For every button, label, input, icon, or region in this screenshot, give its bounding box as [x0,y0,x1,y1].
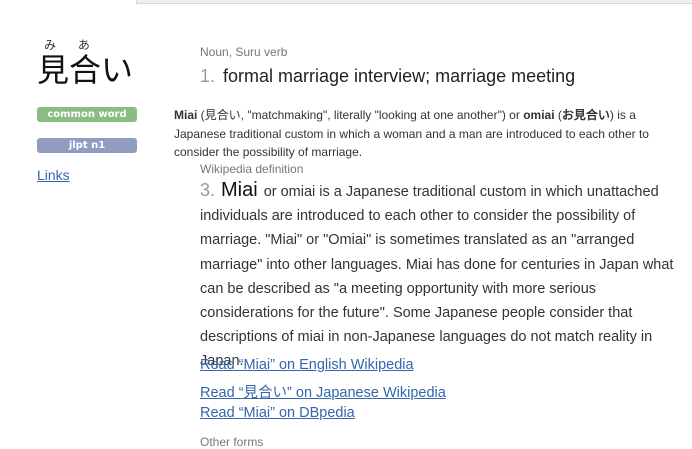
wikipedia-definition-label: Wikipedia definition [200,162,304,176]
note-term: お見合い [561,108,610,122]
dbpedia-link[interactable]: Read “Miai” on DBpedia [200,405,355,421]
japanese-wikipedia-link[interactable]: Read “見合い” on Japanese Wikipedia [200,381,446,402]
sense-meaning: formal marriage interview; marriage meet… [223,66,576,86]
note-text: (見合い, "matchmaking", literally "looking … [197,108,524,122]
sense-note: Miai (見合い, "matchmaking", literally "loo… [174,106,674,162]
other-forms-label: Other forms [200,435,264,449]
sense-3: 3. Miai or omiai is a Japanese traditional… [200,178,688,374]
top-bar [136,0,692,4]
sense-text: or omiai is a Japanese traditional custo… [200,184,674,370]
links-link[interactable]: Links [37,167,70,183]
note-term: omiai [523,108,555,122]
part-of-speech: Noun, Suru verb [200,45,288,59]
sense-number: 3. [200,180,216,200]
note-text: ( [554,108,562,122]
sense-word: Miai [221,179,258,201]
sense-1: 1. formal marriage interview; marriage me… [200,66,575,87]
entry-word: 見合い [37,51,134,89]
sense-number: 1. [200,66,216,86]
jlpt-badge: jlpt n1 [37,138,137,153]
english-wikipedia-link[interactable]: Read “Miai” on English Wikipedia [200,357,414,373]
common-word-badge: common word [37,107,137,122]
note-term: Miai [174,108,198,122]
